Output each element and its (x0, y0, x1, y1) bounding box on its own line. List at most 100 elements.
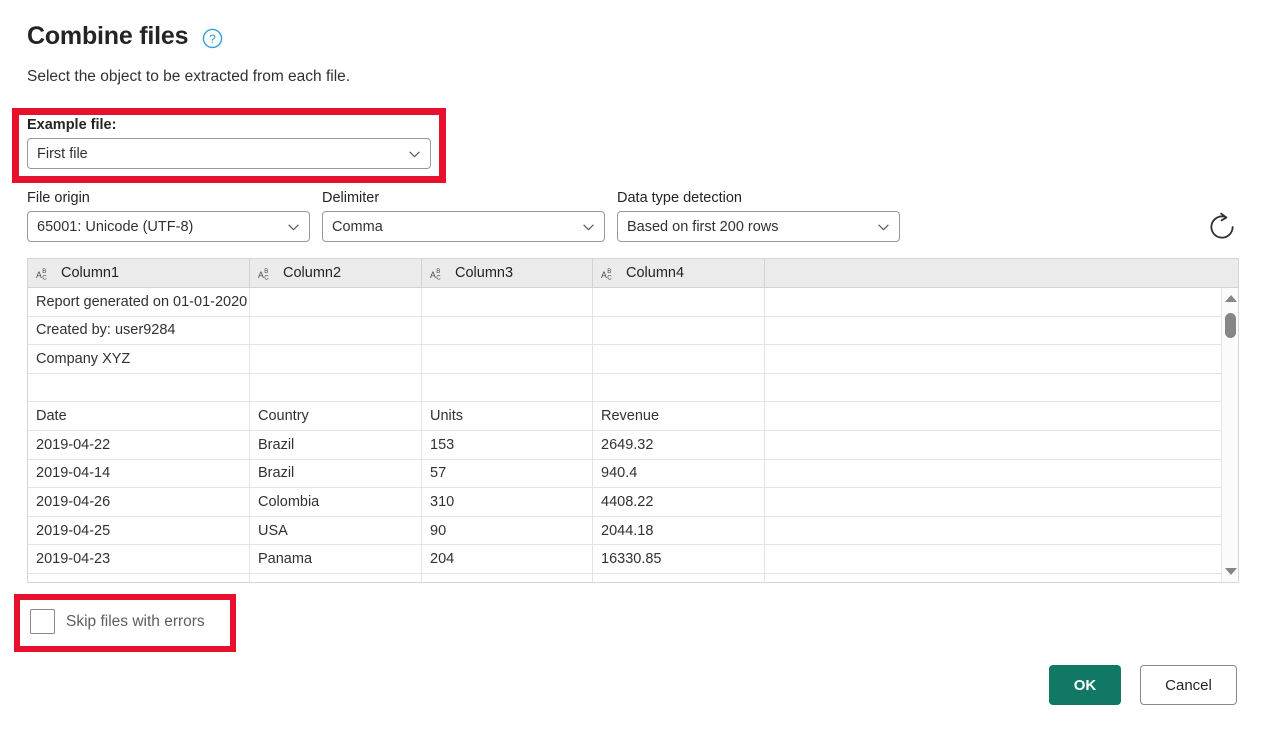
table-cell-filler (765, 288, 1238, 316)
table-cell: Created by: user9284 (28, 317, 250, 345)
table-cell: 3772.26 (593, 574, 765, 583)
chevron-down-icon (408, 147, 421, 160)
table-cell: Country (250, 402, 422, 430)
table-cell: 2019-04-26 (28, 488, 250, 516)
abc-text-type-icon: A B C (258, 266, 277, 281)
example-file-dropdown[interactable]: First file (27, 138, 431, 169)
svg-text:A: A (258, 269, 264, 279)
dialog-header: Combine files ? (27, 24, 223, 49)
table-cell-filler (765, 431, 1238, 459)
table-cell-filler (765, 317, 1238, 345)
chevron-down-icon (287, 220, 300, 233)
column-header-column3[interactable]: A B C Column3 (422, 259, 593, 287)
table-cell (28, 374, 250, 402)
table-cell-filler (765, 574, 1238, 583)
page-title: Combine files (27, 24, 188, 49)
table-row: 2019-04-22Brazil1532649.32 (28, 431, 1238, 460)
table-cell: USA (250, 517, 422, 545)
table-row: 2019-04-23Panama20416330.85 (28, 545, 1238, 574)
table-cell: 940.4 (593, 460, 765, 488)
example-file-value: First file (37, 146, 88, 162)
table-cell: Brazil (250, 460, 422, 488)
column-header-filler (765, 259, 1238, 287)
scroll-up-arrow-icon[interactable] (1222, 290, 1239, 307)
table-row: DateCountryUnitsRevenue (28, 402, 1238, 431)
chevron-down-icon (582, 220, 595, 233)
table-row: 2019-04-07USA3563772.26 (28, 574, 1238, 583)
table-cell: Revenue (593, 402, 765, 430)
delimiter-group: Delimiter Comma (322, 190, 605, 242)
table-cell: Colombia (250, 488, 422, 516)
skip-files-with-errors-checkbox[interactable] (30, 609, 55, 634)
table-row: 2019-04-14Brazil57940.4 (28, 460, 1238, 489)
table-row: Created by: user9284 (28, 317, 1238, 346)
scrollbar-thumb[interactable] (1225, 313, 1236, 338)
table-cell: 153 (422, 431, 593, 459)
cancel-button[interactable]: Cancel (1140, 665, 1237, 705)
table-cell: 356 (422, 574, 593, 583)
data-type-detection-dropdown[interactable]: Based on first 200 rows (617, 211, 900, 242)
abc-text-type-icon: A B C (430, 266, 449, 281)
table-cell (422, 374, 593, 402)
data-type-detection-label: Data type detection (617, 190, 900, 206)
table-row (28, 374, 1238, 403)
table-cell (250, 345, 422, 373)
column-header-label: Column2 (283, 265, 341, 281)
delimiter-label: Delimiter (322, 190, 605, 206)
table-cell (593, 374, 765, 402)
abc-text-type-icon: A B C (36, 266, 55, 281)
svg-text:A: A (601, 269, 607, 279)
column-header-label: Column4 (626, 265, 684, 281)
delimiter-dropdown[interactable]: Comma (322, 211, 605, 242)
table-cell: 204 (422, 545, 593, 573)
table-cell: Panama (250, 545, 422, 573)
grid-body: Report generated on 01-01-2020Created by… (28, 288, 1238, 583)
data-type-detection-value: Based on first 200 rows (627, 219, 779, 235)
file-origin-group: File origin 65001: Unicode (UTF-8) (27, 190, 310, 242)
table-cell: 2649.32 (593, 431, 765, 459)
scroll-down-arrow-icon[interactable] (1222, 563, 1239, 580)
help-circle-icon[interactable]: ? (202, 28, 223, 49)
table-cell: 4408.22 (593, 488, 765, 516)
table-cell: Units (422, 402, 593, 430)
table-cell: 2019-04-07 (28, 574, 250, 583)
abc-text-type-icon: A B C (601, 266, 620, 281)
data-type-detection-group: Data type detection Based on first 200 r… (617, 190, 900, 242)
svg-text:C: C (436, 274, 441, 281)
file-origin-value: 65001: Unicode (UTF-8) (37, 219, 193, 235)
table-cell-filler (765, 345, 1238, 373)
grid-vertical-scrollbar[interactable] (1221, 288, 1238, 583)
file-origin-label: File origin (27, 190, 310, 206)
svg-text:?: ? (209, 32, 216, 46)
table-cell: 2044.18 (593, 517, 765, 545)
refresh-icon[interactable] (1205, 210, 1239, 244)
table-cell: 2019-04-22 (28, 431, 250, 459)
table-cell: USA (250, 574, 422, 583)
chevron-down-icon (877, 220, 890, 233)
table-cell-filler (765, 374, 1238, 402)
table-row: 2019-04-25USA902044.18 (28, 517, 1238, 546)
table-cell: Report generated on 01-01-2020 (28, 288, 250, 316)
ok-button[interactable]: OK (1049, 665, 1121, 705)
svg-text:C: C (42, 274, 47, 281)
dialog-subtitle: Select the object to be extracted from e… (27, 68, 350, 86)
file-origin-dropdown[interactable]: 65001: Unicode (UTF-8) (27, 211, 310, 242)
table-cell (593, 345, 765, 373)
table-cell (422, 288, 593, 316)
skip-files-with-errors-checkbox-row[interactable]: Skip files with errors (30, 609, 205, 634)
column-header-column1[interactable]: A B C Column1 (28, 259, 250, 287)
table-cell: Date (28, 402, 250, 430)
table-cell: 310 (422, 488, 593, 516)
skip-files-with-errors-label: Skip files with errors (66, 613, 205, 631)
svg-text:A: A (36, 269, 42, 279)
table-cell: 2019-04-14 (28, 460, 250, 488)
column-header-column2[interactable]: A B C Column2 (250, 259, 422, 287)
table-cell (422, 345, 593, 373)
table-cell (250, 317, 422, 345)
table-cell: 2019-04-23 (28, 545, 250, 573)
table-cell-filler (765, 402, 1238, 430)
delimiter-value: Comma (332, 219, 383, 235)
table-cell-filler (765, 460, 1238, 488)
column-header-label: Column1 (61, 265, 119, 281)
column-header-column4[interactable]: A B C Column4 (593, 259, 765, 287)
